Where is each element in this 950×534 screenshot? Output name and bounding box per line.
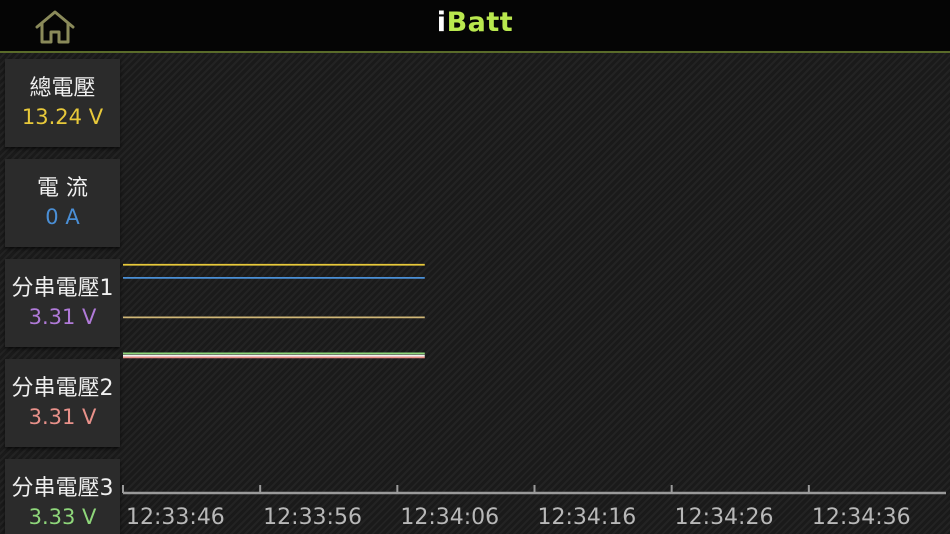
x-tick-label-5: 12:34:26 <box>675 505 774 530</box>
voltage-chart: 12:33:46 12:33:56 12:34:06 12:34:16 12:34:26… <box>122 263 946 530</box>
ibatt-app: iBatt 總電壓 13.24 V 電 流 0 A 分串電壓1 3.31 V 分… <box>0 0 950 534</box>
x-tick-label-4: 12:34:16 <box>538 505 637 530</box>
x-tick-label-6: 12:34:36 <box>812 505 911 530</box>
x-tick-label-1: 12:33:46 <box>126 505 225 530</box>
x-tick-label-3: 12:34:06 <box>400 505 499 530</box>
x-tick-label-2: 12:33:56 <box>263 505 362 530</box>
